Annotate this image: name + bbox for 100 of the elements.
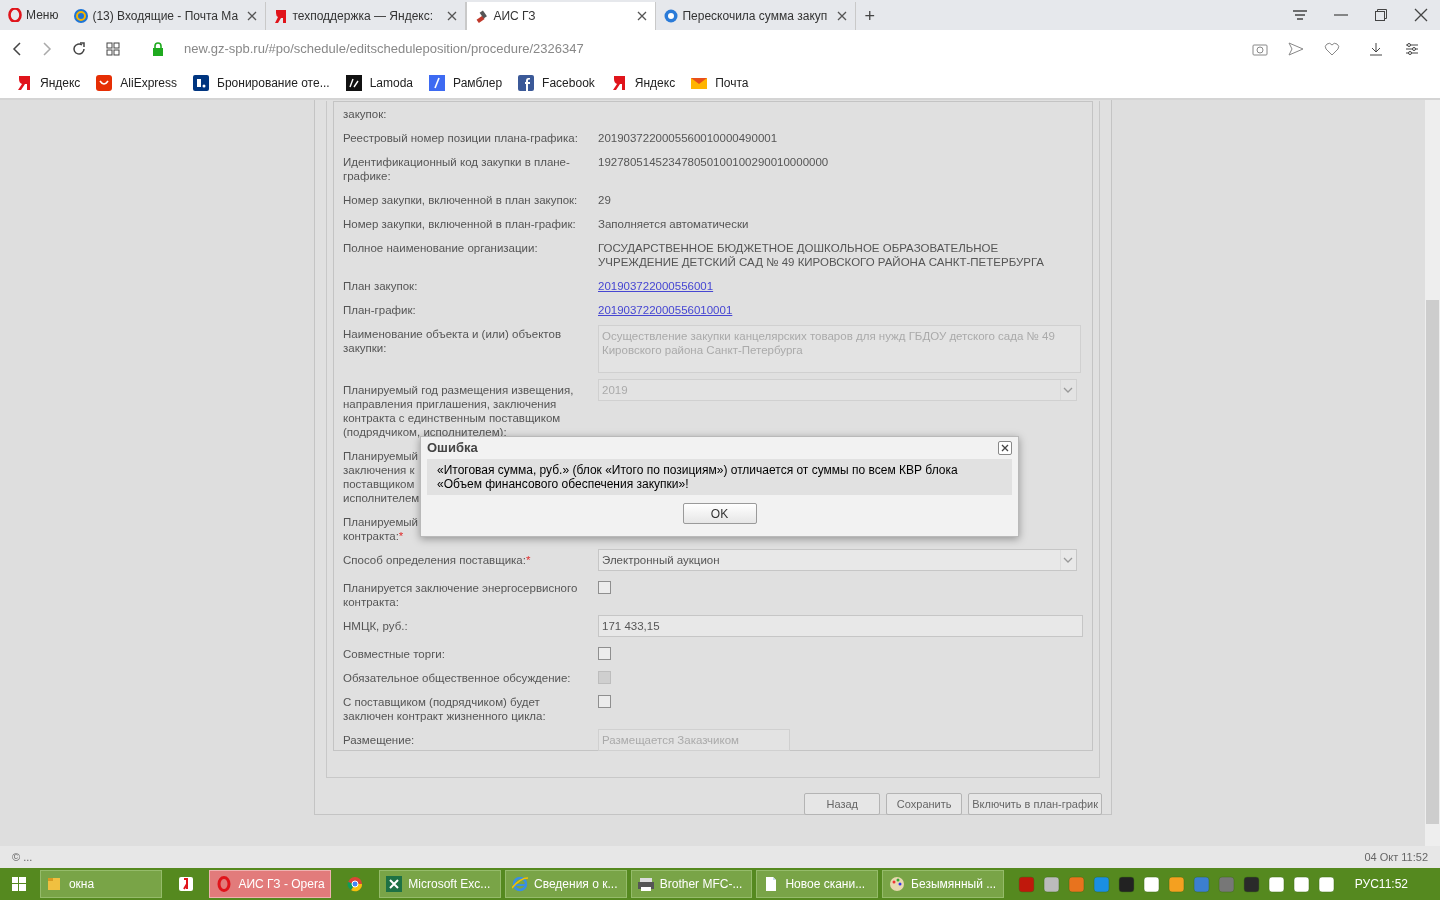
bookmark-link[interactable]: Яндекс bbox=[610, 74, 676, 92]
dialog-title: Ошибка bbox=[427, 439, 478, 458]
tray-icon bbox=[1067, 875, 1085, 893]
bookmark-link[interactable]: Facebook bbox=[518, 74, 595, 92]
dropdown[interactable]: Электронный аукцион bbox=[598, 549, 1077, 571]
address-field[interactable]: new.gz-spb.ru/#po/schedule/editscheduleposition/procedure/2326347 bbox=[184, 39, 1232, 59]
bookmark-icon bbox=[429, 75, 446, 91]
tray-icon bbox=[1117, 875, 1135, 893]
bookmark-link[interactable]: Яндекс bbox=[16, 74, 81, 92]
checkbox[interactable] bbox=[598, 695, 611, 708]
bookmark-link[interactable]: Рамблер bbox=[429, 74, 503, 92]
field-value: Заполняется автоматически bbox=[598, 217, 750, 231]
tray-icon bbox=[1242, 875, 1260, 893]
forward-icon bbox=[42, 42, 52, 56]
field-label: План-график: bbox=[343, 303, 417, 317]
bookmark-icon bbox=[691, 75, 708, 91]
input-field[interactable]: 171 433,15 bbox=[598, 615, 1083, 637]
field-value: ГОСУДАРСТВЕННОЕ БЮДЖЕТНОЕ ДОШКОЛЬНОЕ ОБРАЗОВАТЕЛЬНОЕ УЧРЕЖДЕНИЕ ДЕТСКИЙ САД № 49 КИРОВСКОГО РАЙОНА САНКТ-ПЕТЕРБУРГА bbox=[598, 241, 1046, 269]
tray-icon bbox=[1092, 875, 1110, 893]
tray-icon bbox=[1167, 875, 1185, 893]
field-value: 2019037220005560010000490001 bbox=[598, 131, 779, 145]
language-indicator[interactable]: РУС bbox=[1354, 875, 1379, 893]
field-label: Совместные торги: bbox=[343, 647, 446, 661]
field-label: Планируемый год размещения извещения, направления приглашения, заключения контракта с единственным поставщиком (подрядчиком, исполнителем): bbox=[343, 383, 575, 439]
field-label: Планируется заключение энергосервисного контракта: bbox=[343, 581, 579, 609]
field-label: Способ определения поставщика:* bbox=[343, 553, 532, 568]
app-icon bbox=[46, 876, 63, 892]
bookmark-link[interactable]: Бронирование оте... bbox=[193, 74, 330, 92]
heart-icon bbox=[1324, 42, 1340, 56]
status-text: © ... bbox=[12, 849, 33, 865]
app-icon bbox=[216, 876, 233, 892]
tab-menu-icon bbox=[1292, 9, 1308, 21]
scrollbar[interactable] bbox=[1425, 100, 1440, 846]
settings-icon bbox=[1404, 42, 1420, 56]
bookmark-icon bbox=[16, 75, 32, 91]
new-tab-button[interactable]: + bbox=[856, 2, 883, 30]
bookmark-link[interactable]: AliExpress bbox=[96, 74, 178, 92]
required-mark: * bbox=[525, 554, 531, 566]
checkbox[interactable] bbox=[598, 581, 611, 594]
bookmark-link[interactable]: Lamoda bbox=[345, 74, 414, 92]
field-label: Номер закупки, включенной в план-график: bbox=[343, 217, 577, 231]
field-label: Размещение: bbox=[343, 733, 416, 748]
form-button[interactable]: Назад bbox=[804, 793, 881, 815]
taskbar-button[interactable]: Brother MFC-... bbox=[630, 870, 753, 898]
app-icon bbox=[347, 876, 364, 892]
taskbar-button[interactable]: Новое скани... bbox=[756, 870, 879, 898]
plan-link[interactable]: 201903722000556010001 bbox=[598, 303, 733, 317]
windows-icon bbox=[11, 877, 26, 891]
reload-icon bbox=[72, 42, 86, 56]
camera-icon bbox=[1252, 42, 1268, 56]
clock[interactable]: 11:52 bbox=[1378, 875, 1408, 893]
tray-icon bbox=[1192, 875, 1210, 893]
required-mark: * bbox=[398, 530, 404, 542]
taskbar-button[interactable]: Безымянный ... bbox=[882, 870, 1004, 898]
close-icon bbox=[1001, 444, 1009, 452]
tray-icon bbox=[1267, 875, 1285, 893]
send-icon bbox=[1288, 42, 1304, 56]
back-icon bbox=[12, 42, 22, 56]
form-button[interactable]: Включить в план-график bbox=[968, 793, 1102, 815]
close-icon bbox=[637, 11, 648, 21]
app-icon bbox=[637, 876, 654, 892]
menu-button[interactable]: Меню bbox=[0, 0, 67, 30]
field-label: НМЦК, руб.: bbox=[343, 619, 409, 634]
field-label: План закупок: bbox=[343, 279, 419, 293]
close-icon bbox=[1414, 8, 1428, 22]
tray-icon bbox=[1217, 875, 1235, 893]
tray-icon bbox=[1317, 875, 1335, 893]
ok-button[interactable]: OK bbox=[682, 503, 757, 524]
tab-favicon-icon bbox=[74, 9, 89, 23]
field-label: Обязательное общественное обсуждение: bbox=[343, 671, 572, 685]
download-icon bbox=[1368, 42, 1384, 56]
field-label: Планируемый заключения к поставщиком исполнителем bbox=[343, 449, 420, 505]
bookmark-icon bbox=[345, 75, 362, 91]
field-label: Полное наименование организации: bbox=[343, 241, 539, 256]
restore-icon bbox=[1374, 8, 1388, 22]
close-button[interactable] bbox=[998, 441, 1012, 455]
taskbar-button[interactable]: Microsoft Exc... bbox=[379, 870, 502, 898]
taskbar-button[interactable]: окна bbox=[39, 870, 162, 898]
taskbar-button[interactable]: Сведения о к... bbox=[505, 870, 627, 898]
browser-tab[interactable]: АИС ГЗ bbox=[466, 2, 657, 30]
app-icon bbox=[177, 876, 194, 892]
close-icon bbox=[837, 11, 848, 21]
bookmark-icon bbox=[193, 75, 210, 91]
taskbar-button[interactable]: АИС ГЗ - Opera bbox=[209, 870, 332, 898]
checkbox[interactable] bbox=[598, 647, 611, 660]
field-label: Наименование объекта и (или) объектов закупки: bbox=[343, 327, 562, 356]
bookmark-icon bbox=[96, 75, 113, 91]
bookmark-icon bbox=[610, 75, 627, 91]
tray-icon bbox=[1142, 875, 1160, 893]
app-icon bbox=[386, 876, 403, 892]
field-label: Идентификационный код закупки в плане-графике: bbox=[343, 155, 571, 183]
bookmark-link[interactable]: Почта bbox=[691, 74, 749, 92]
grid-icon bbox=[106, 42, 120, 56]
plan-link[interactable]: 201903722000556001 bbox=[598, 279, 714, 293]
field-value: 29 bbox=[598, 193, 612, 207]
scrollbar-thumb[interactable] bbox=[1426, 300, 1439, 824]
minimize-icon bbox=[1334, 14, 1348, 16]
field-label: Реестровый номер позиции плана-графика: bbox=[343, 131, 579, 145]
form-button[interactable]: Сохранить bbox=[886, 793, 963, 815]
field-value: 192780514523478050100100290010000000 bbox=[598, 155, 830, 170]
